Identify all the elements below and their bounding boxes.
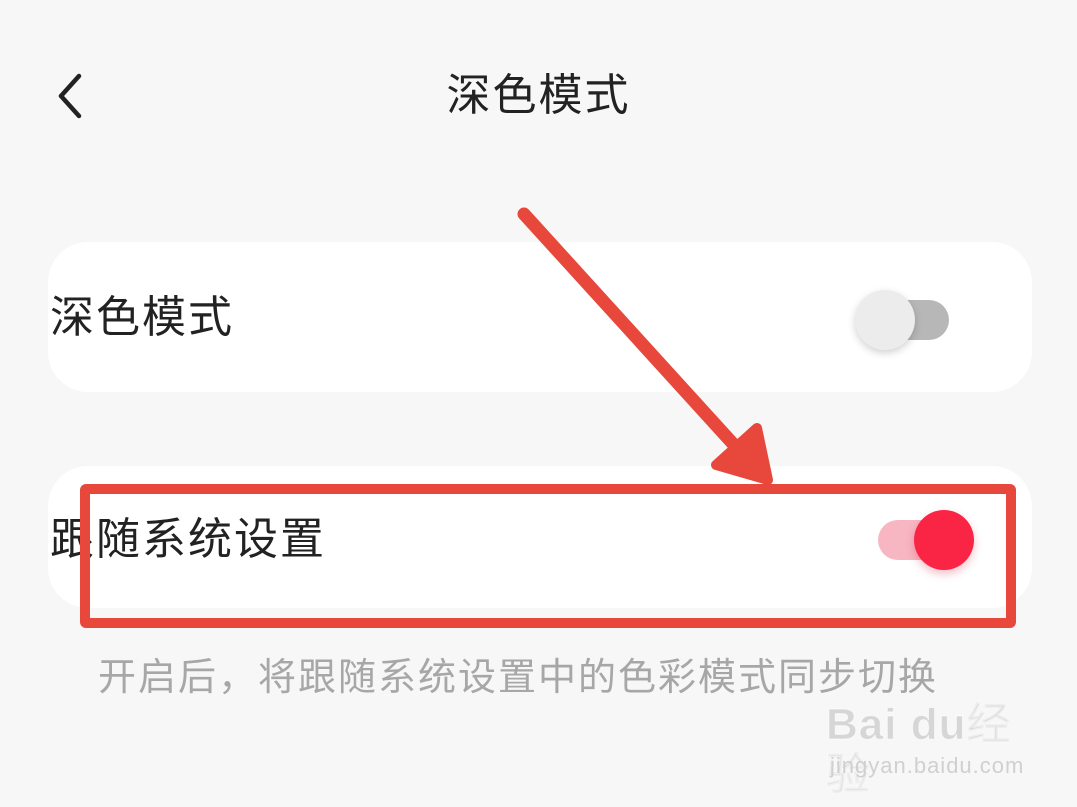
follow-system-label: 跟随系统设置 [50,514,326,565]
dark-mode-toggle[interactable] [855,288,951,352]
page-title: 深色模式 [446,70,631,121]
toggle-knob [914,510,974,570]
follow-system-toggle[interactable] [876,508,976,572]
watermark-logo-text: Bai du经验 [826,700,1012,800]
baidu-watermark: Bai du经验 jingyan.baidu.com [826,690,1046,800]
follow-system-description: 开启后，将跟随系统设置中的色彩模式同步切换 [98,655,939,699]
header-bar: 深色模式 [0,0,1077,190]
watermark-url: jingyan.baidu.com [830,753,1025,778]
dark-mode-label: 深色模式 [50,292,234,343]
toggle-knob [855,290,915,350]
